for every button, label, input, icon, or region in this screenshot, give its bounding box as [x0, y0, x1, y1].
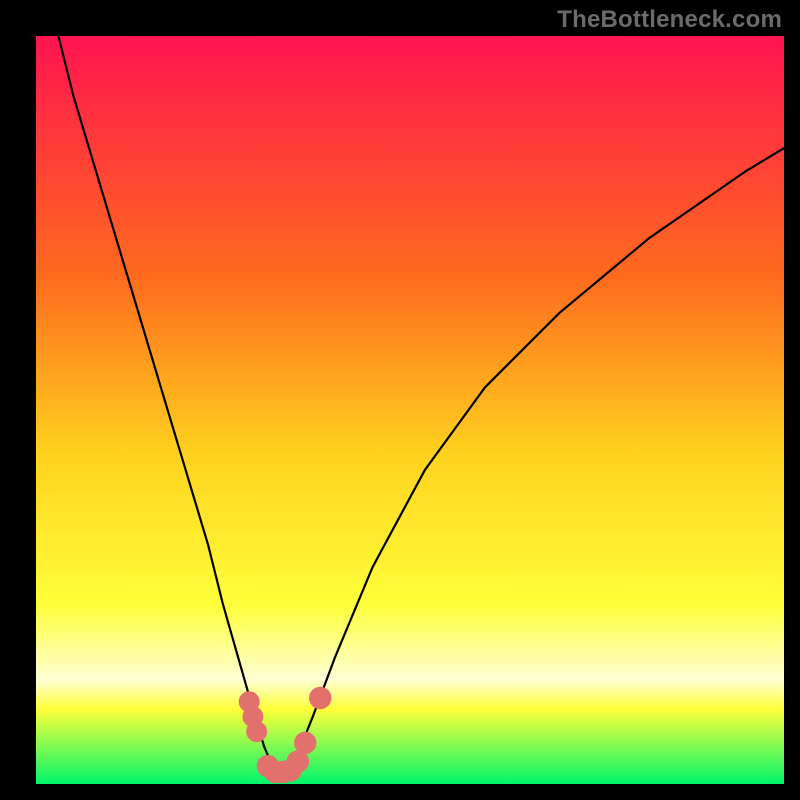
data-marker [309, 687, 331, 709]
data-marker [294, 732, 316, 754]
bottleneck-chart [36, 36, 784, 784]
outer-frame: TheBottleneck.com [0, 0, 800, 800]
gradient-background [36, 36, 784, 784]
plot-area [36, 36, 784, 784]
watermark-text: TheBottleneck.com [557, 6, 782, 34]
data-marker [246, 721, 267, 742]
